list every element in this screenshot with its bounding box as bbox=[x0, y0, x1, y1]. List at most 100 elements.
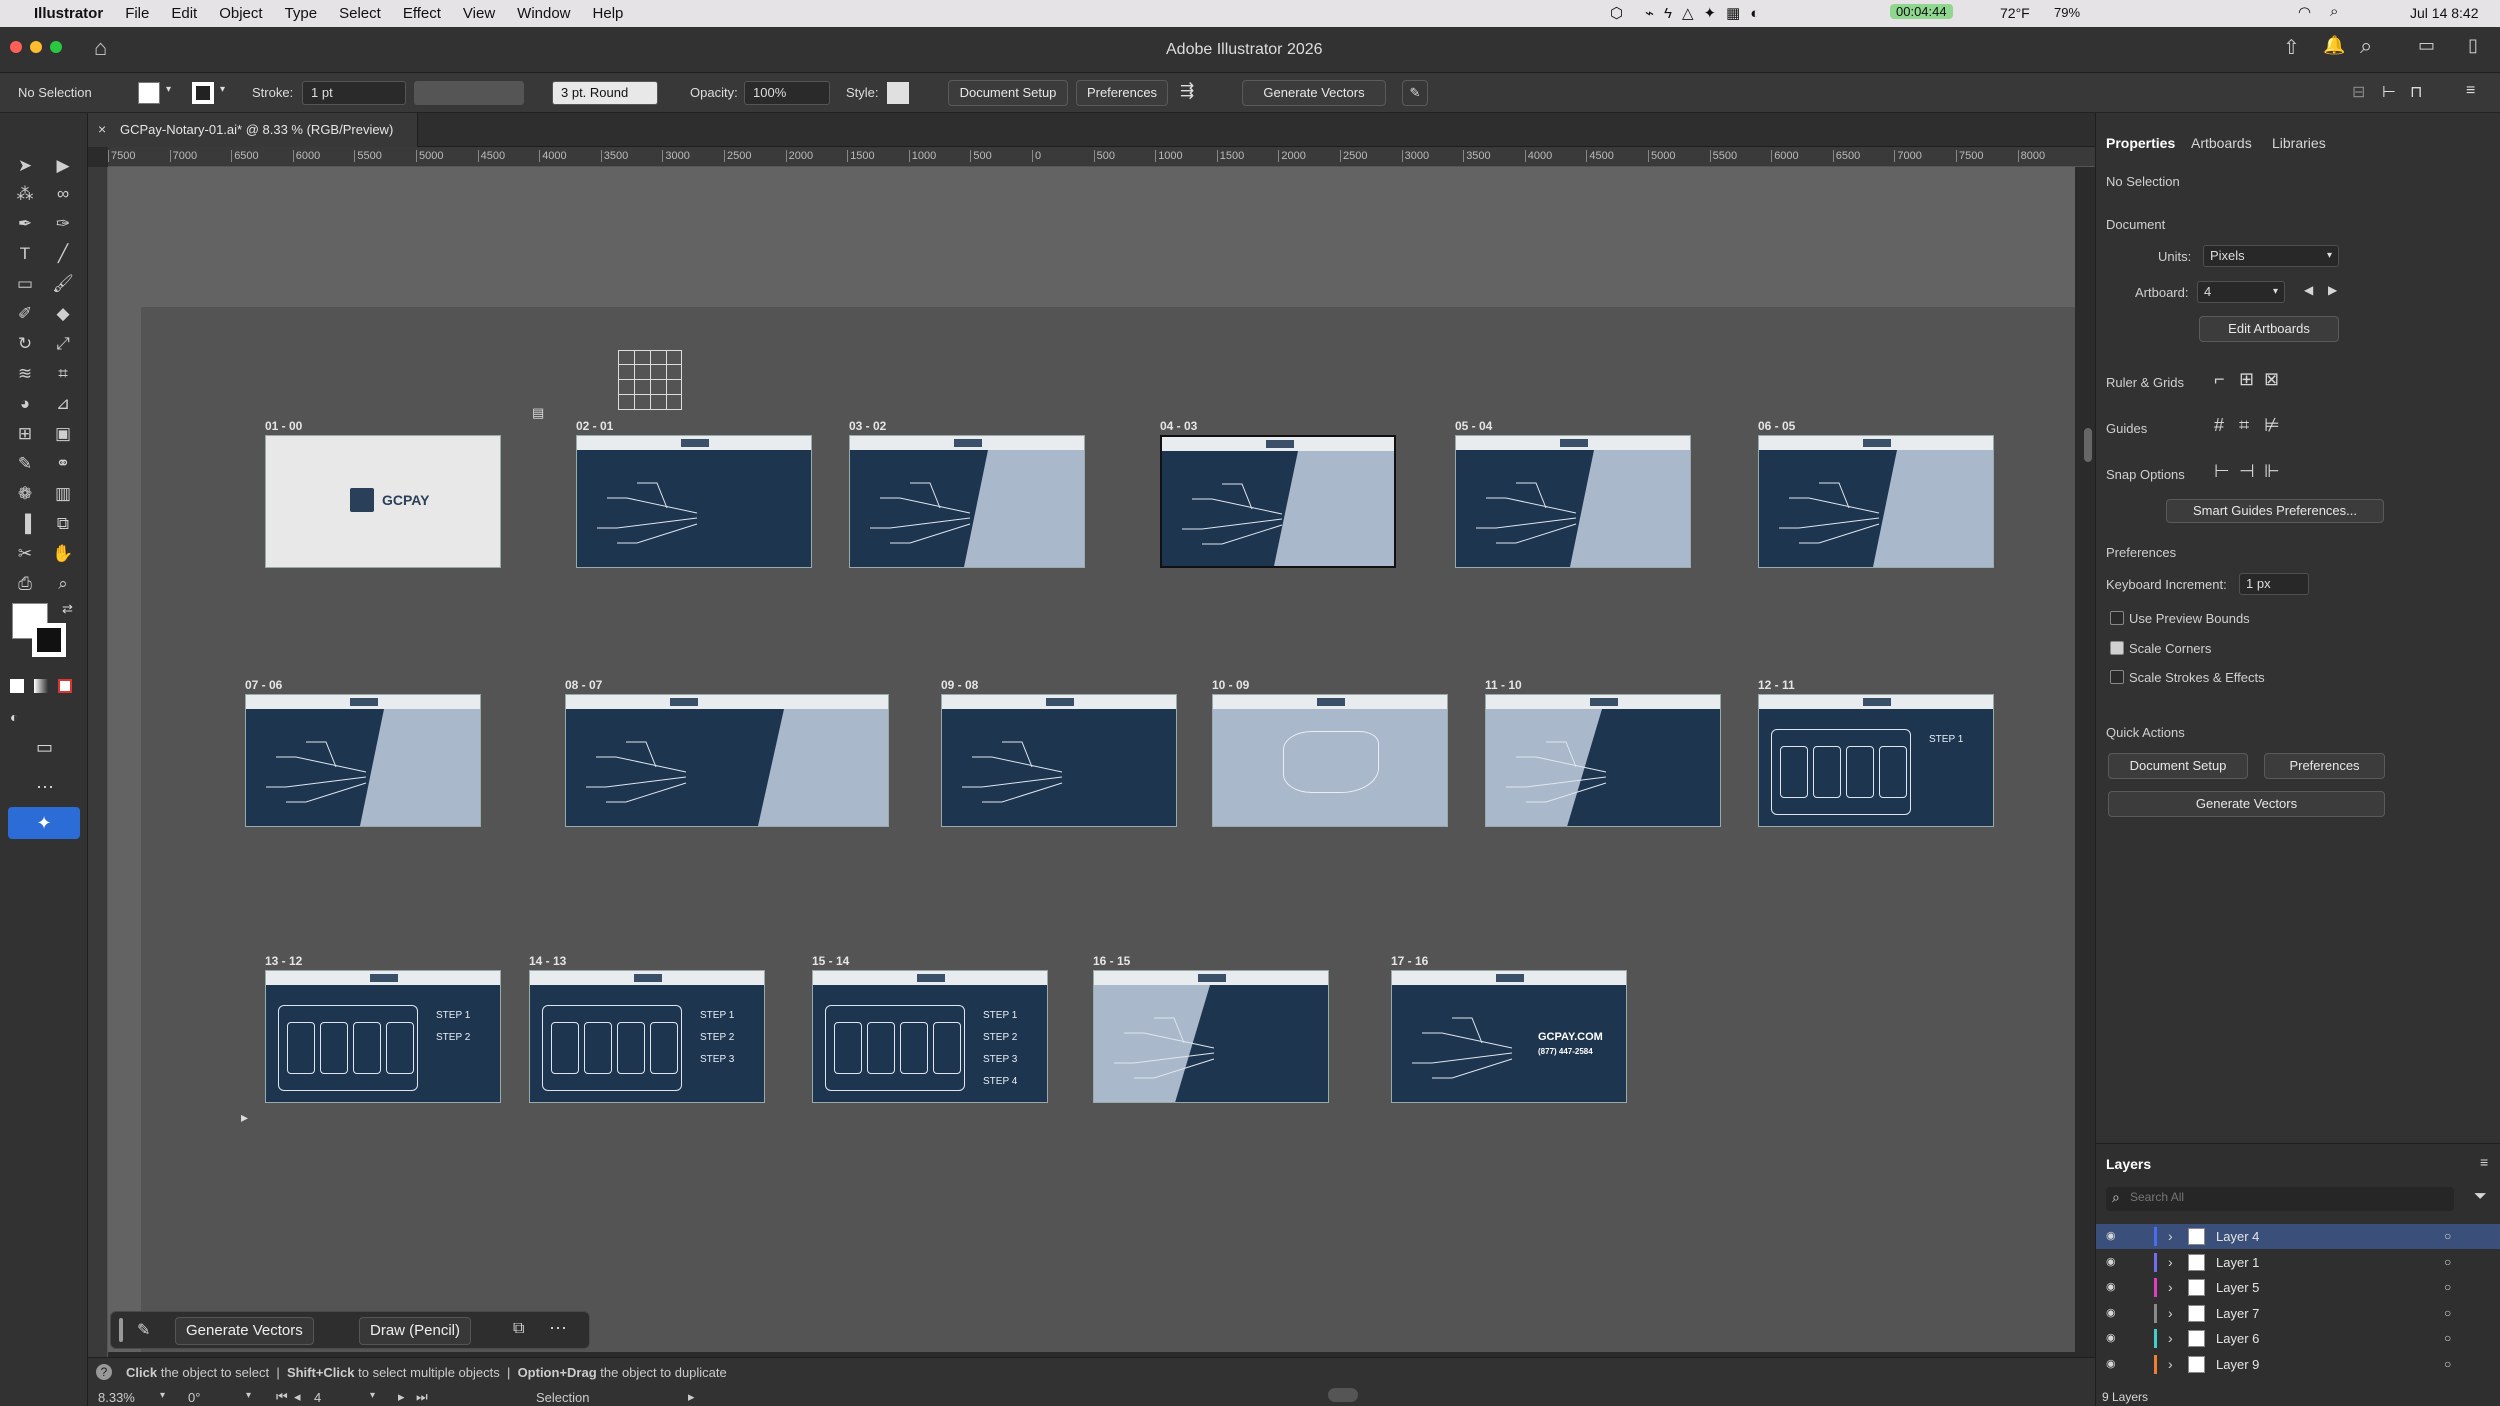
chevron-down-icon[interactable]: ▾ bbox=[370, 1390, 375, 1401]
artboard-tool-icon[interactable]: ⧉ bbox=[52, 513, 74, 535]
chevron-down-icon[interactable]: ▾ bbox=[160, 1390, 165, 1401]
horizontal-ruler[interactable]: 7500 7000 6500 6000 5500 5000 4500 4000 3500 3000… bbox=[108, 147, 2095, 167]
layer-row[interactable]: ◉ › Layer 9 ○ bbox=[2096, 1352, 2500, 1377]
generative-tool-icon[interactable]: ✦ bbox=[8, 807, 80, 839]
free-transform-tool-icon[interactable]: ⌗ bbox=[52, 363, 74, 385]
target-circle-icon[interactable]: ○ bbox=[2444, 1326, 2451, 1351]
qa-generate-vectors-button[interactable]: Generate Vectors bbox=[2108, 791, 2385, 817]
artboard-label[interactable]: 09 - 08 bbox=[941, 678, 978, 692]
stroke-color-swatch[interactable] bbox=[32, 623, 66, 657]
layer-name[interactable]: Layer 9 bbox=[2216, 1352, 2259, 1377]
magic-wand-tool-icon[interactable]: ⁂ bbox=[14, 183, 36, 205]
status-menu-icon[interactable]: ▸ bbox=[688, 1389, 695, 1405]
visibility-eye-icon[interactable]: ◉ bbox=[2106, 1326, 2116, 1351]
help-icon[interactable]: ? bbox=[96, 1364, 112, 1380]
artboard[interactable] bbox=[245, 694, 481, 827]
visibility-eye-icon[interactable]: ◉ bbox=[2106, 1352, 2116, 1377]
stroke-swatch[interactable] bbox=[192, 82, 214, 104]
drag-handle[interactable] bbox=[119, 1318, 123, 1342]
lock-guides-icon[interactable]: ⌗ bbox=[2239, 415, 2249, 436]
mesh-tool-icon[interactable]: ⊞ bbox=[14, 423, 36, 445]
gradient-tool-icon[interactable]: ▣ bbox=[52, 423, 74, 445]
lasso-tool-icon[interactable]: ∞ bbox=[52, 183, 74, 205]
artboard-label[interactable]: 13 - 12 bbox=[265, 954, 302, 968]
snap-pixel-icon[interactable]: ⊣ bbox=[2239, 461, 2255, 482]
screen-mode-icon[interactable]: ▭ bbox=[36, 737, 53, 758]
fill-swatch[interactable] bbox=[138, 82, 160, 104]
column-graph-tool-icon[interactable]: ▥ bbox=[52, 483, 74, 505]
visibility-eye-icon[interactable]: ◉ bbox=[2106, 1275, 2116, 1300]
units-select[interactable]: Pixels ▾ bbox=[2203, 245, 2339, 267]
draw-mode-icon[interactable]: ◐ bbox=[10, 709, 18, 725]
panel-scrollbar[interactable] bbox=[2084, 428, 2092, 462]
notifications-icon[interactable]: 🔔 bbox=[2323, 35, 2345, 56]
layer-row[interactable]: ◉ › Layer 1 ○ bbox=[2096, 1250, 2500, 1275]
vertical-ruler[interactable] bbox=[88, 167, 108, 1357]
opacity-field[interactable]: 100% bbox=[744, 81, 830, 105]
arrange-icon[interactable]: ⇶ bbox=[1180, 81, 1194, 101]
prev-artboard-icon[interactable]: ◀ bbox=[2304, 283, 2313, 297]
swap-colors-icon[interactable]: ⇄ bbox=[62, 601, 73, 617]
document-setup-button[interactable]: Document Setup bbox=[948, 80, 1068, 106]
transparency-grid-icon[interactable]: ⊠ bbox=[2264, 369, 2279, 390]
menu-effect[interactable]: Effect bbox=[403, 5, 441, 22]
more-options-icon[interactable]: ⋯ bbox=[549, 1318, 567, 1339]
color-mode-icon[interactable] bbox=[10, 679, 24, 693]
artboard-label[interactable]: 17 - 16 bbox=[1391, 954, 1428, 968]
layer-row[interactable]: ◉ › Layer 4 ○ bbox=[2096, 1224, 2500, 1249]
scale-strokes-checkbox[interactable] bbox=[2110, 670, 2124, 684]
artboard[interactable] bbox=[941, 694, 1177, 827]
menu-object[interactable]: Object bbox=[219, 5, 262, 22]
recolor-icon[interactable]: ⧉ bbox=[513, 1320, 524, 1338]
artboard-label[interactable]: 12 - 11 bbox=[1758, 678, 1795, 692]
artboard-label[interactable]: 03 - 02 bbox=[849, 419, 886, 433]
show-guides-icon[interactable]: # bbox=[2214, 415, 2224, 436]
tab-libraries[interactable]: Libraries bbox=[2272, 135, 2326, 151]
brush-definition-field[interactable]: 3 pt. Round bbox=[552, 81, 658, 105]
visibility-eye-icon[interactable]: ◉ bbox=[2106, 1224, 2116, 1249]
snap-point-icon[interactable]: ⊢ bbox=[2214, 461, 2230, 482]
artboard[interactable]: STEP 1 STEP 2 STEP 3 bbox=[529, 970, 765, 1103]
hand-tool-icon[interactable]: ✋ bbox=[52, 543, 74, 565]
menu-window[interactable]: Window bbox=[517, 5, 570, 22]
filter-icon[interactable]: ⏷ bbox=[2474, 1188, 2487, 1206]
zoom-tool-icon[interactable]: ⌕ bbox=[52, 573, 74, 595]
artboard[interactable]: STEP 1 STEP 2 bbox=[265, 970, 501, 1103]
search-icon[interactable]: ⌕ bbox=[2330, 3, 2338, 20]
menu-help[interactable]: Help bbox=[593, 5, 624, 22]
pen-tool-icon[interactable]: ✒ bbox=[14, 213, 36, 235]
artboard[interactable]: GCPAY.COM (877) 447-2584 bbox=[1391, 970, 1627, 1103]
blend-tool-icon[interactable]: ⚭ bbox=[52, 453, 74, 475]
smart-guides-preferences-button[interactable]: Smart Guides Preferences... bbox=[2166, 499, 2384, 523]
target-circle-icon[interactable]: ○ bbox=[2444, 1352, 2451, 1377]
chevron-down-icon[interactable]: ▾ bbox=[166, 84, 171, 95]
shape-builder-tool-icon[interactable]: ◕ bbox=[14, 393, 36, 415]
artboard-label[interactable]: 04 - 03 bbox=[1160, 419, 1197, 433]
artboard-label[interactable]: 01 - 00 bbox=[265, 419, 302, 433]
artboard[interactable] bbox=[1455, 435, 1691, 568]
artboard-label[interactable]: 08 - 07 bbox=[565, 678, 602, 692]
preferences-button[interactable]: Preferences bbox=[1076, 80, 1168, 106]
artboard-nav-field[interactable]: 4 bbox=[314, 1390, 321, 1405]
artboard-select[interactable]: 4 ▾ bbox=[2197, 281, 2285, 303]
eraser-tool-icon[interactable]: ◆ bbox=[52, 303, 74, 325]
workspace-icon[interactable]: ▭ bbox=[2418, 35, 2435, 56]
zoom-field[interactable]: 8.33% bbox=[98, 1390, 158, 1405]
last-artboard-icon[interactable]: ⏭ bbox=[416, 1389, 428, 1405]
artboard-label[interactable]: 14 - 13 bbox=[529, 954, 566, 968]
transform-icon[interactable]: ⊓ bbox=[2410, 82, 2422, 102]
slice-tool-icon[interactable]: ✂ bbox=[14, 543, 36, 565]
gradient-mode-icon[interactable] bbox=[34, 679, 48, 693]
document-tab[interactable]: × GCPay-Notary-01.ai* @ 8.33 % (RGB/Prev… bbox=[88, 113, 418, 147]
artboard-label[interactable]: 16 - 15 bbox=[1093, 954, 1130, 968]
tab-properties[interactable]: Properties bbox=[2106, 135, 2175, 151]
type-tool-icon[interactable]: T bbox=[14, 243, 36, 265]
artboard-label[interactable]: 06 - 05 bbox=[1758, 419, 1795, 433]
artboard[interactable] bbox=[1758, 435, 1994, 568]
next-artboard-icon[interactable]: ▸ bbox=[398, 1389, 405, 1405]
close-window-button[interactable] bbox=[10, 41, 22, 53]
scale-corners-checkbox[interactable] bbox=[2110, 641, 2124, 655]
artboard[interactable] bbox=[1093, 970, 1329, 1103]
artboard[interactable]: GCPAY bbox=[265, 435, 501, 568]
target-circle-icon[interactable]: ○ bbox=[2444, 1224, 2451, 1249]
